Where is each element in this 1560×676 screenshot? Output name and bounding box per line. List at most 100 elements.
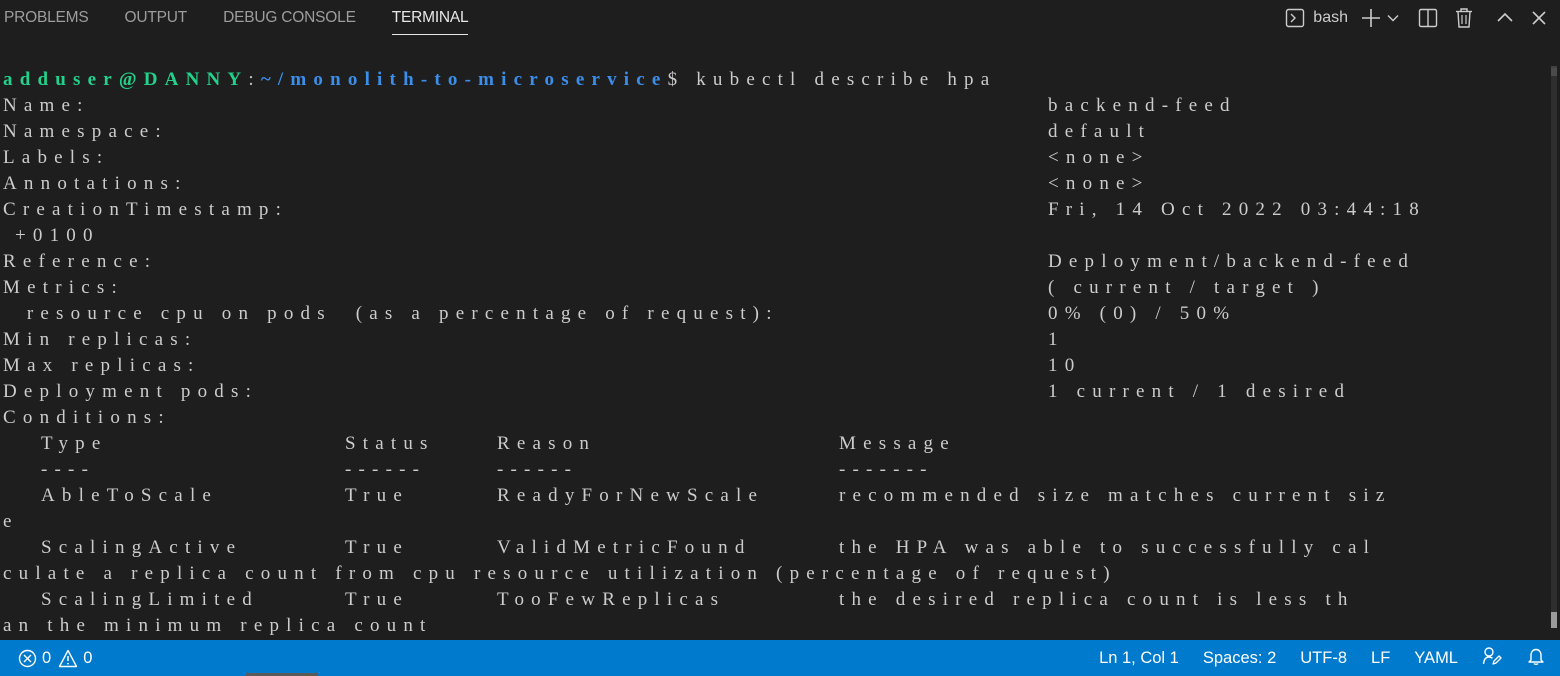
field-label: Min replicas: <box>3 329 198 350</box>
terminal-field-line: resource cpu on pods (as a percentage of… <box>3 301 1543 327</box>
tab-problems[interactable]: PROBLEMS <box>4 0 89 36</box>
problems-status-button[interactable]: 0 0 <box>18 640 92 676</box>
condition-message: the HPA was able to successfully cal <box>839 537 1377 558</box>
scrollbar-cursor-marker <box>1551 612 1557 628</box>
terminal-field-line: Max replicas: 10 <box>3 353 1543 379</box>
prompt-dollar: $ <box>667 69 685 90</box>
conditions-header-message: Message <box>839 433 956 454</box>
chevron-up-icon <box>1496 9 1514 27</box>
conditions-underline-type: ---- <box>41 459 96 480</box>
conditions-header-type: Type <box>41 433 108 454</box>
status-bar: 0 0 Ln 1, Col 1 Spaces: 2 UTF-8 LF YAML <box>0 640 1560 676</box>
encoding-button[interactable]: UTF-8 <box>1300 640 1347 676</box>
plus-icon <box>1360 7 1382 29</box>
condition-row: ScalingActive True ValidMetricFound the … <box>3 535 1543 561</box>
terminal-field-line: Reference: Deployment/backend-feed <box>3 249 1543 275</box>
prompt-colon: : <box>248 69 261 90</box>
prompt-command: kubectl describe hpa <box>684 69 997 90</box>
condition-reason: TooFewReplicas <box>497 589 726 610</box>
split-terminal-button[interactable] <box>1418 0 1438 36</box>
field-label: Max replicas: <box>3 355 201 376</box>
field-label: Deployment pods: <box>3 381 259 402</box>
conditions-underline-message: ------- <box>839 459 934 480</box>
terminal-instance-button[interactable]: bash <box>1285 0 1348 36</box>
language-mode-button[interactable]: YAML <box>1414 640 1458 676</box>
terminal-field-line: Deployment pods: 1 current / 1 desired <box>3 379 1543 405</box>
kill-terminal-button[interactable] <box>1454 0 1474 36</box>
terminal-field-line: Min replicas: 1 <box>3 327 1543 353</box>
status-bar-right: Ln 1, Col 1 Spaces: 2 UTF-8 LF YAML <box>1099 640 1546 676</box>
condition-message-wrap: culate a replica count from cpu resource… <box>3 561 1543 587</box>
terminal-field-line: Namespace: default <box>3 119 1543 145</box>
condition-message: the desired replica count is less th <box>839 589 1355 610</box>
condition-type: ScalingLimited <box>41 589 259 610</box>
terminal-field-line: Name: backend-feed <box>3 93 1543 119</box>
close-panel-button[interactable] <box>1530 0 1548 36</box>
condition-message-cont: an the minimum replica count <box>3 615 433 636</box>
terminal-instance-label: bash <box>1313 9 1348 26</box>
end-of-line-button[interactable]: LF <box>1371 640 1390 676</box>
condition-message: recommended size matches current siz <box>839 485 1392 506</box>
field-label: Reference: <box>3 251 158 272</box>
terminal-output[interactable]: adduser@DANNY:~/monolith-to-microservice… <box>0 66 1545 640</box>
condition-type: AbleToScale <box>41 485 219 506</box>
indentation-button[interactable]: Spaces: 2 <box>1203 640 1276 676</box>
panel-actions: bash <box>1285 0 1548 36</box>
bell-icon <box>1526 646 1546 671</box>
maximize-panel-button[interactable] <box>1496 0 1514 36</box>
warning-icon <box>58 649 78 668</box>
cursor-position-button[interactable]: Ln 1, Col 1 <box>1099 640 1179 676</box>
conditions-header-reason: Reason <box>497 433 597 454</box>
terminal-field-line: Metrics: ( current / target ) <box>3 275 1543 301</box>
split-icon <box>1418 8 1438 28</box>
trash-icon <box>1454 7 1474 29</box>
field-label: Annotations: <box>3 173 188 194</box>
conditions-label: Conditions: <box>3 407 171 428</box>
field-label: Name: <box>3 95 90 116</box>
scrollbar-top-marker <box>1551 66 1557 76</box>
condition-reason: ReadyForNewScale <box>497 485 765 506</box>
condition-type: ScalingActive <box>41 537 243 558</box>
feedback-button[interactable] <box>1482 640 1502 676</box>
feedback-icon <box>1482 646 1502 671</box>
field-value: ( current / target ) <box>1048 277 1326 298</box>
conditions-header-status: Status <box>345 433 435 454</box>
prompt-path: ~/monolith-to-microservice <box>260 69 668 90</box>
condition-message-cont: culate a replica count from cpu resource… <box>3 563 1117 584</box>
tab-output[interactable]: OUTPUT <box>125 0 188 36</box>
terminal-field-line: Labels: <none> <box>3 145 1543 171</box>
conditions-header-row: Type Status Reason Message <box>3 431 1543 457</box>
tab-terminal[interactable]: TERMINAL <box>391 0 469 36</box>
error-count: 0 <box>42 648 52 667</box>
panel-tab-bar: PROBLEMS OUTPUT DEBUG CONSOLE TERMINAL b… <box>0 0 1560 36</box>
condition-row: ScalingLimited True TooFewReplicas the d… <box>3 587 1543 613</box>
field-label: CreationTimestamp: <box>3 199 289 220</box>
field-value-wrap: +0100 <box>3 225 100 246</box>
field-value: Fri, 14 Oct 2022 03:44:18 <box>1048 199 1426 220</box>
conditions-underline-status: ------ <box>345 459 427 480</box>
field-value: <none> <box>1048 173 1150 194</box>
error-icon <box>18 649 37 668</box>
notifications-button[interactable] <box>1526 640 1546 676</box>
terminal-field-line: Annotations: <none> <box>3 171 1543 197</box>
panel-tabs: PROBLEMS OUTPUT DEBUG CONSOLE TERMINAL <box>0 0 504 36</box>
condition-message-wrap: e <box>3 509 1543 535</box>
tab-debug-console[interactable]: DEBUG CONSOLE <box>223 0 356 36</box>
condition-status: True <box>345 485 409 506</box>
condition-row: AbleToScale True ReadyForNewScale recomm… <box>3 483 1543 509</box>
status-bar-left: 0 0 <box>18 640 92 676</box>
prompt-user-host: adduser@DANNY <box>3 69 249 90</box>
launch-profile-button[interactable] <box>1386 0 1400 36</box>
conditions-underline-row: ---- ------ ------ ------- <box>3 457 1543 483</box>
terminal-scrollbar-thumb[interactable] <box>1551 68 1557 628</box>
new-terminal-button[interactable] <box>1360 0 1382 36</box>
condition-status: True <box>345 589 409 610</box>
condition-message-wrap: an the minimum replica count <box>3 613 1543 639</box>
terminal-field-line: CreationTimestamp: Fri, 14 Oct 2022 03:44… <box>3 197 1543 223</box>
field-label: Labels: <box>3 147 110 168</box>
field-value: <none> <box>1048 147 1150 168</box>
field-value: 10 <box>1048 355 1082 376</box>
field-label: resource cpu on pods (as a percentage of… <box>3 303 779 324</box>
field-label: Namespace: <box>3 121 168 142</box>
close-icon <box>1530 9 1548 27</box>
